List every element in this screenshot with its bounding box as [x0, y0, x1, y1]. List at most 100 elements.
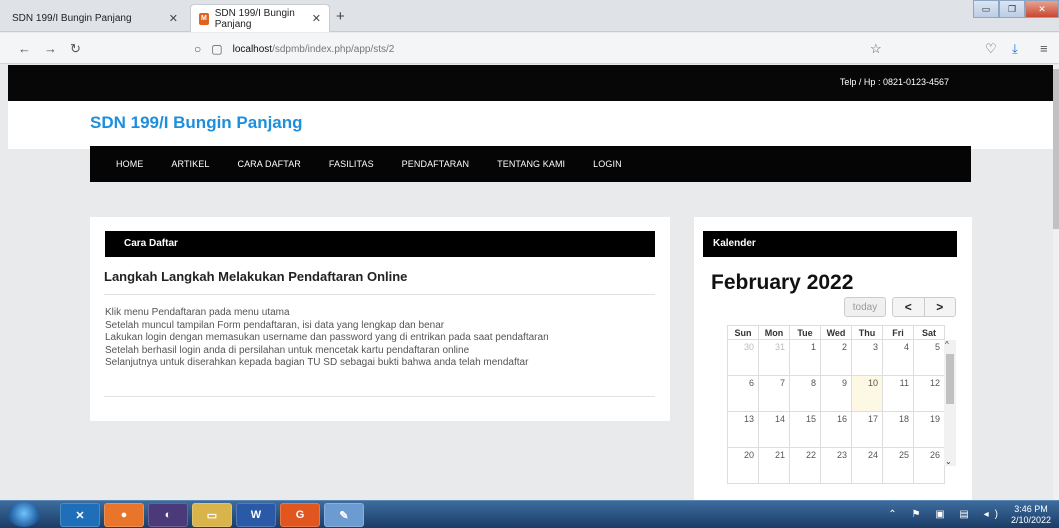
- calendar-day-cell[interactable]: 20: [727, 447, 759, 484]
- calendar-day-cell[interactable]: 2: [820, 339, 852, 376]
- forward-icon[interactable]: →: [44, 41, 57, 56]
- weekday-header: Tue: [789, 325, 821, 340]
- close-tab-icon[interactable]: ✕: [312, 12, 321, 25]
- new-tab-icon[interactable]: +: [336, 8, 345, 25]
- article-heading: Langkah Langkah Melakukan Pendaftaran On…: [104, 269, 408, 284]
- menu-item-home[interactable]: HOME: [116, 159, 143, 169]
- back-icon[interactable]: ←: [18, 41, 31, 56]
- page-scrollbar[interactable]: [1053, 65, 1059, 500]
- scroll-down-icon[interactable]: ⌄: [945, 457, 952, 466]
- main-content-card: Cara Daftar Langkah Langkah Melakukan Pe…: [90, 217, 670, 421]
- calendar-day-cell[interactable]: 11: [882, 375, 914, 412]
- weekday-header: Sat: [913, 325, 945, 340]
- calendar-day-cell[interactable]: 25: [882, 447, 914, 484]
- menu-item-fasilitas[interactable]: FASILITAS: [329, 159, 374, 169]
- file-explorer-icon[interactable]: ▭: [192, 503, 232, 527]
- menu-item-cara-daftar[interactable]: CARA DAFTAR: [237, 159, 300, 169]
- calendar-day-cell[interactable]: 4: [882, 339, 914, 376]
- paint-icon[interactable]: ✎: [324, 503, 364, 527]
- calendar-day-cell[interactable]: 19: [913, 411, 945, 448]
- pocket-icon[interactable]: ♡: [985, 41, 997, 57]
- top-strip: Telp / Hp : 0821-0123-4567: [8, 65, 1053, 101]
- calendar-day-cell[interactable]: 3: [851, 339, 883, 376]
- menu-icon[interactable]: ≡: [1040, 41, 1048, 56]
- calendar-day-cell[interactable]: 23: [820, 447, 852, 484]
- calendar-day-cell[interactable]: 6: [727, 375, 759, 412]
- close-tab-icon[interactable]: ✕: [169, 12, 178, 25]
- calendar-day-cell[interactable]: 9: [820, 375, 852, 412]
- site-title[interactable]: SDN 199/I Bungin Panjang: [90, 113, 303, 133]
- vscode-icon[interactable]: ✕: [60, 503, 100, 527]
- divider: [104, 294, 655, 295]
- list-item: Setelah muncul tampilan Form pendaftaran…: [105, 319, 445, 331]
- calendar-day-cell[interactable]: 22: [789, 447, 821, 484]
- bookmark-star-icon[interactable]: ☆: [870, 41, 882, 57]
- list-item: Selanjutnya untuk diserahkan kepada bagi…: [105, 357, 529, 369]
- pdf-icon[interactable]: G: [280, 503, 320, 527]
- calendar-day-cell[interactable]: 17: [851, 411, 883, 448]
- section-header: Cara Daftar: [105, 231, 655, 257]
- tab-label: SDN 199/I Bungin Panjang: [214, 7, 295, 30]
- system-tray[interactable]: ⌃ ⚑ ▣ ▤ ◂): [888, 509, 1004, 520]
- calendar-day-cell[interactable]: 16: [820, 411, 852, 448]
- calendar-day-cell[interactable]: 10: [851, 375, 883, 412]
- main-menu: HOME ARTIKEL CARA DAFTAR FASILITAS PENDA…: [90, 146, 971, 182]
- minimize-icon[interactable]: ▭: [973, 0, 999, 18]
- list-item: Setelah berhasil login anda di persilaha…: [105, 344, 470, 356]
- page-viewport: Telp / Hp : 0821-0123-4567 SDN 199/I Bun…: [0, 65, 1059, 500]
- scrollbar-thumb[interactable]: [946, 354, 954, 404]
- calendar-day-cell[interactable]: 12: [913, 375, 945, 412]
- reload-icon[interactable]: ↻: [70, 41, 81, 57]
- calendar-day-cell[interactable]: 30: [727, 339, 759, 376]
- tab-2[interactable]: M SDN 199/I Bungin Panjang ✕: [190, 4, 330, 32]
- calendar-week-row: 6 7 8 9 10 11 12: [727, 375, 945, 412]
- weekday-header: Fri: [882, 325, 914, 340]
- close-window-icon[interactable]: ✕: [1025, 0, 1059, 18]
- calendar-day-cell[interactable]: 24: [851, 447, 883, 484]
- menu-item-pendaftaran[interactable]: PENDAFTARAN: [402, 159, 469, 169]
- shield-icon: ○: [194, 42, 202, 56]
- firefox-icon[interactable]: ●: [104, 503, 144, 527]
- calendar-day-cell[interactable]: 5: [913, 339, 945, 376]
- today-button[interactable]: today: [844, 297, 886, 317]
- scroll-up-icon[interactable]: ^: [945, 340, 949, 349]
- divider: [104, 396, 655, 397]
- calendar-day-cell[interactable]: 13: [727, 411, 759, 448]
- menu-item-login[interactable]: LOGIN: [593, 159, 622, 169]
- word-icon[interactable]: W: [236, 503, 276, 527]
- site-favicon-icon: M: [199, 12, 209, 25]
- scrollbar-thumb[interactable]: [1053, 69, 1059, 229]
- calendar-scrollbar[interactable]: ^ ⌄: [944, 340, 956, 466]
- clock-time: 3:46 PM: [1014, 504, 1048, 514]
- calendar-card: Kalender February 2022 today < > Sun Mon T…: [694, 217, 972, 500]
- menu-item-artikel[interactable]: ARTIKEL: [171, 159, 209, 169]
- weekday-header: Thu: [851, 325, 883, 340]
- clock-date: 2/10/2022: [1010, 515, 1051, 525]
- calendar-week-row: 30 31 1 2 3 4 5: [727, 339, 945, 376]
- calendar-day-cell[interactable]: 7: [758, 375, 790, 412]
- calendar-day-cell[interactable]: 21: [758, 447, 790, 484]
- calendar-grid: Sun Mon Tue Wed Thu Fri Sat 30 31 1 2 3 4 5 6 7 8 9 10 11 1…: [727, 325, 945, 484]
- next-month-button[interactable]: >: [925, 298, 956, 316]
- browser-tab-bar: SDN 199/I Bungin Panjang ✕ M SDN 199/I B…: [0, 0, 1059, 32]
- maximize-icon[interactable]: ❐: [999, 0, 1025, 18]
- calendar-day-cell[interactable]: 31: [758, 339, 790, 376]
- calendar-day-cell[interactable]: 18: [882, 411, 914, 448]
- calendar-day-cell[interactable]: 14: [758, 411, 790, 448]
- calendar-day-cell[interactable]: 26: [913, 447, 945, 484]
- url-bar[interactable]: ○ ▢ localhost /sdpmb/index.php/app/sts/2: [194, 42, 394, 56]
- tab-1[interactable]: SDN 199/I Bungin Panjang ✕: [4, 4, 186, 32]
- download-icon[interactable]: ⤓: [1012, 41, 1018, 57]
- start-button[interactable]: [8, 502, 40, 527]
- calendar-day-cell[interactable]: 1: [789, 339, 821, 376]
- month-nav: < >: [892, 297, 956, 317]
- list-item: Lakukan login dengan memasukan username …: [105, 332, 549, 344]
- calendar-day-cell[interactable]: 15: [789, 411, 821, 448]
- eclipse-icon[interactable]: ◐: [148, 503, 188, 527]
- calendar-day-cell[interactable]: 8: [789, 375, 821, 412]
- site-header: SDN 199/I Bungin Panjang: [8, 101, 1053, 149]
- steps-list: Klik menu Pendaftaran pada menu utama Se…: [105, 307, 549, 370]
- menu-item-tentang-kami[interactable]: TENTANG KAMI: [497, 159, 565, 169]
- prev-month-button[interactable]: <: [893, 298, 925, 316]
- clock[interactable]: 3:46 PM 2/10/2022: [1011, 504, 1051, 526]
